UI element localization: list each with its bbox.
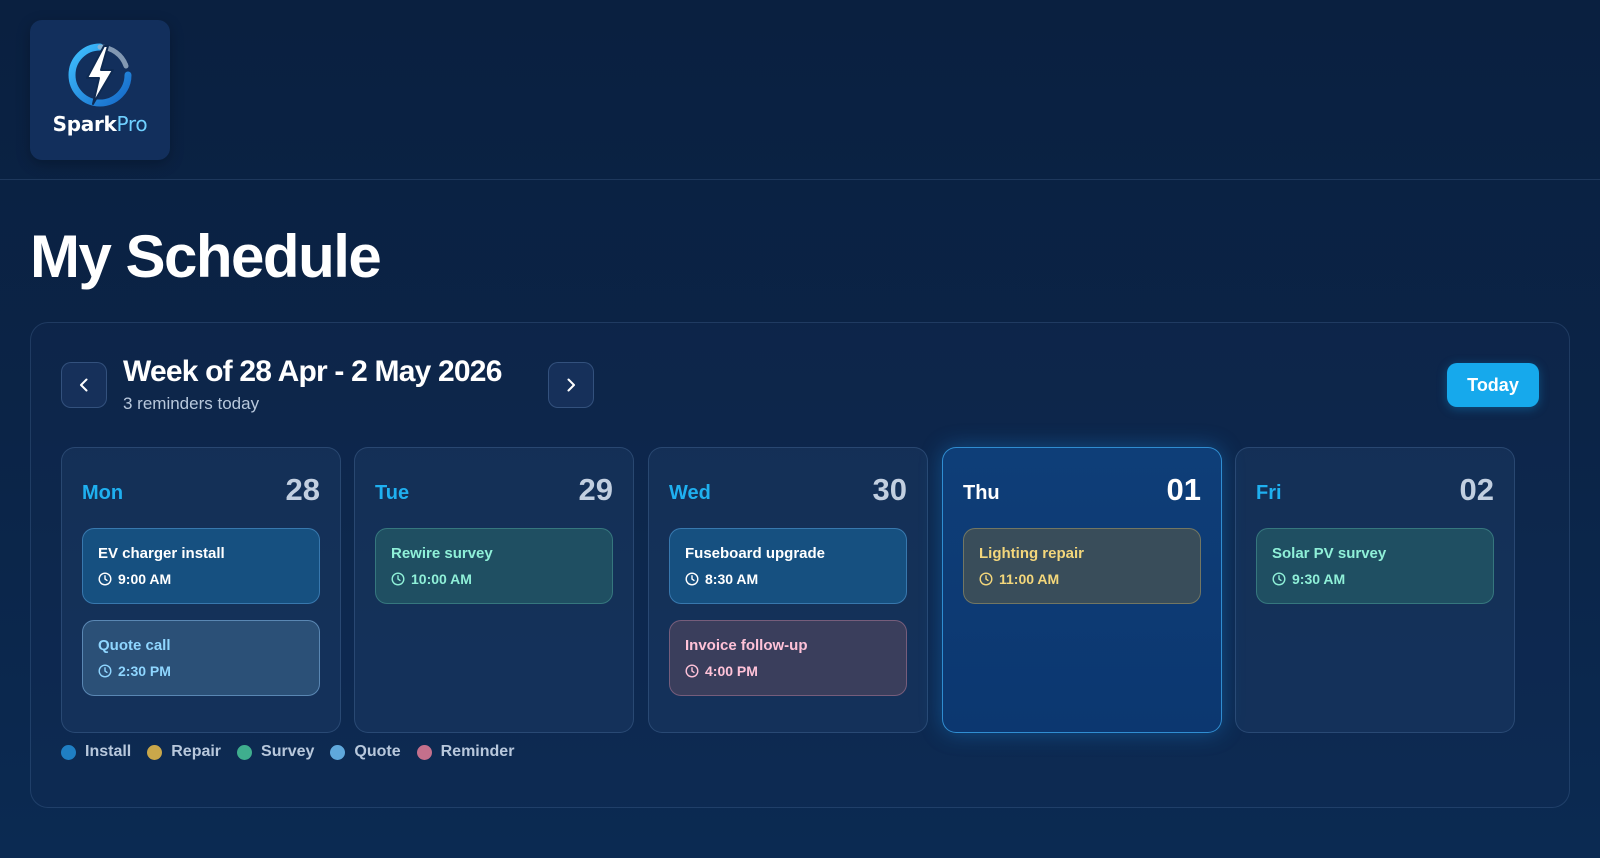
day-name: Mon (82, 482, 124, 504)
event-title: Lighting repair (979, 545, 1084, 562)
bolt-icon (68, 43, 132, 107)
sparkpro-logo[interactable]: SparkPro (30, 20, 170, 160)
event-title: Invoice follow-up (685, 637, 808, 654)
event-time-label: 9:30 AM (1292, 571, 1346, 587)
prev-week-button[interactable] (61, 362, 107, 408)
brand-name: SparkPro (52, 112, 148, 136)
legend-label: Survey (261, 743, 315, 760)
event-title: EV charger install (98, 545, 225, 562)
event-title: Quote call (98, 637, 171, 654)
page-title: My Schedule (30, 223, 382, 290)
event-card-install[interactable]: Fuseboard upgrade 8:30 AM (669, 528, 907, 604)
chevron-right-icon (567, 378, 575, 392)
clock-icon (1272, 572, 1286, 586)
event-card-survey[interactable]: Rewire survey 10:00 AM (375, 528, 613, 604)
day-number: 30 (872, 472, 907, 507)
event-title: Solar PV survey (1272, 545, 1387, 562)
day-name: Tue (375, 482, 410, 504)
schedule-panel: Week of 28 Apr - 2 May 2026 3 reminders … (30, 322, 1570, 808)
day-number: 28 (285, 472, 320, 507)
legend-label: Reminder (440, 743, 515, 760)
legend-dot (147, 744, 163, 760)
day-name: Wed (669, 482, 711, 504)
event-time: 9:00 AM (98, 571, 319, 587)
today-button[interactable]: Today (1447, 363, 1539, 407)
event-time: 10:00 AM (391, 571, 612, 587)
event-time-label: 11:00 AM (999, 571, 1060, 587)
day-column-thu[interactable]: Thu 01 Lighting repair 11:00 AM (942, 447, 1222, 733)
event-card-quote[interactable]: Quote call 2:30 PM (82, 620, 320, 696)
event-card-survey[interactable]: Solar PV survey 9:30 AM (1256, 528, 1494, 604)
day-name: Fri (1256, 482, 1282, 504)
legend-item-survey: Survey (237, 743, 314, 761)
event-time-label: 2:30 PM (118, 663, 171, 679)
event-time-label: 10:00 AM (411, 571, 472, 587)
event-time: 11:00 AM (979, 571, 1200, 587)
event-time-label: 9:00 AM (118, 571, 172, 587)
event-time: 4:00 PM (685, 663, 906, 679)
day-column-tue[interactable]: Tue 29 Rewire survey 10:00 AM (354, 447, 634, 733)
event-title: Rewire survey (391, 545, 493, 562)
legend-item-quote: Quote (330, 743, 401, 761)
day-number: 01 (1166, 472, 1201, 507)
event-time-label: 8:30 AM (705, 571, 759, 587)
day-column-fri[interactable]: Fri 02 Solar PV survey 9:30 AM (1235, 447, 1515, 733)
day-number: 02 (1459, 472, 1494, 507)
legend-dot (330, 744, 346, 760)
event-time-label: 4:00 PM (705, 663, 758, 679)
day-name: Thu (963, 482, 1000, 504)
clock-icon (98, 664, 112, 678)
event-card-install[interactable]: EV charger install 9:00 AM (82, 528, 320, 604)
event-time: 9:30 AM (1272, 571, 1493, 587)
day-number: 29 (578, 472, 613, 507)
next-week-button[interactable] (548, 362, 594, 408)
event-card-reminder[interactable]: Invoice follow-up 4:00 PM (669, 620, 907, 696)
day-column-wed[interactable]: Wed 30 Fuseboard upgrade 8:30 AM Invoice fol… (648, 447, 928, 733)
reminders-count: 3 reminders today (123, 394, 260, 413)
legend-label: Install (85, 743, 132, 760)
week-title: Week of 28 Apr - 2 May 2026 (123, 355, 502, 388)
clock-icon (685, 664, 699, 678)
legend-dot (416, 744, 432, 760)
event-time: 2:30 PM (98, 663, 319, 679)
chevron-left-icon (80, 378, 88, 392)
event-title: Fuseboard upgrade (685, 545, 826, 562)
legend-dot (237, 744, 253, 760)
legend-label: Quote (354, 743, 401, 760)
clock-icon (685, 572, 699, 586)
legend-item-install: Install (61, 743, 131, 761)
clock-icon (98, 572, 112, 586)
legend-item-reminder: Reminder (416, 743, 515, 761)
legend-label: Repair (171, 743, 222, 760)
legend: Install Repair Survey Quote Reminder (61, 743, 514, 761)
day-column-mon[interactable]: Mon 28 EV charger install 9:00 AM Quote call… (61, 447, 341, 733)
top-bar: SparkPro (0, 0, 1600, 180)
legend-dot (61, 744, 76, 760)
legend-item-repair: Repair (147, 743, 221, 761)
event-time: 8:30 AM (685, 571, 906, 587)
clock-icon (979, 572, 993, 586)
clock-icon (391, 572, 405, 586)
event-card-repair[interactable]: Lighting repair 11:00 AM (963, 528, 1201, 604)
